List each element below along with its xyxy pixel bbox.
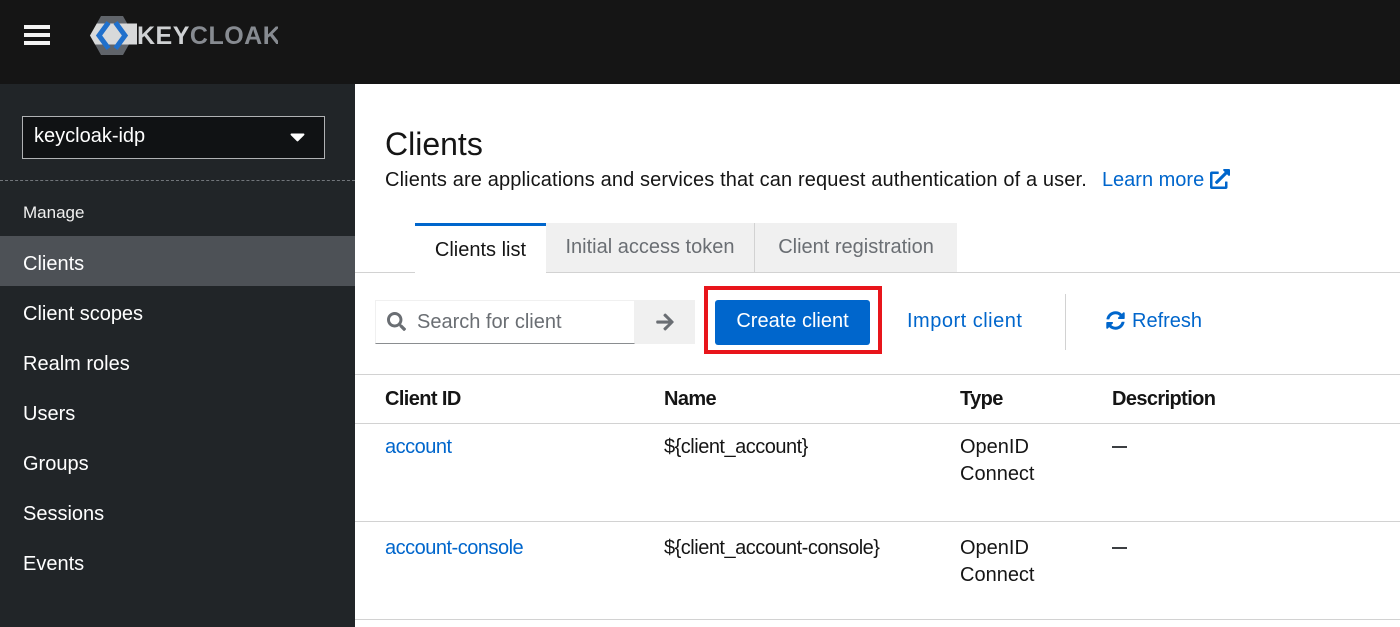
svg-text:KEYCLOAK: KEYCLOAK	[137, 22, 278, 50]
